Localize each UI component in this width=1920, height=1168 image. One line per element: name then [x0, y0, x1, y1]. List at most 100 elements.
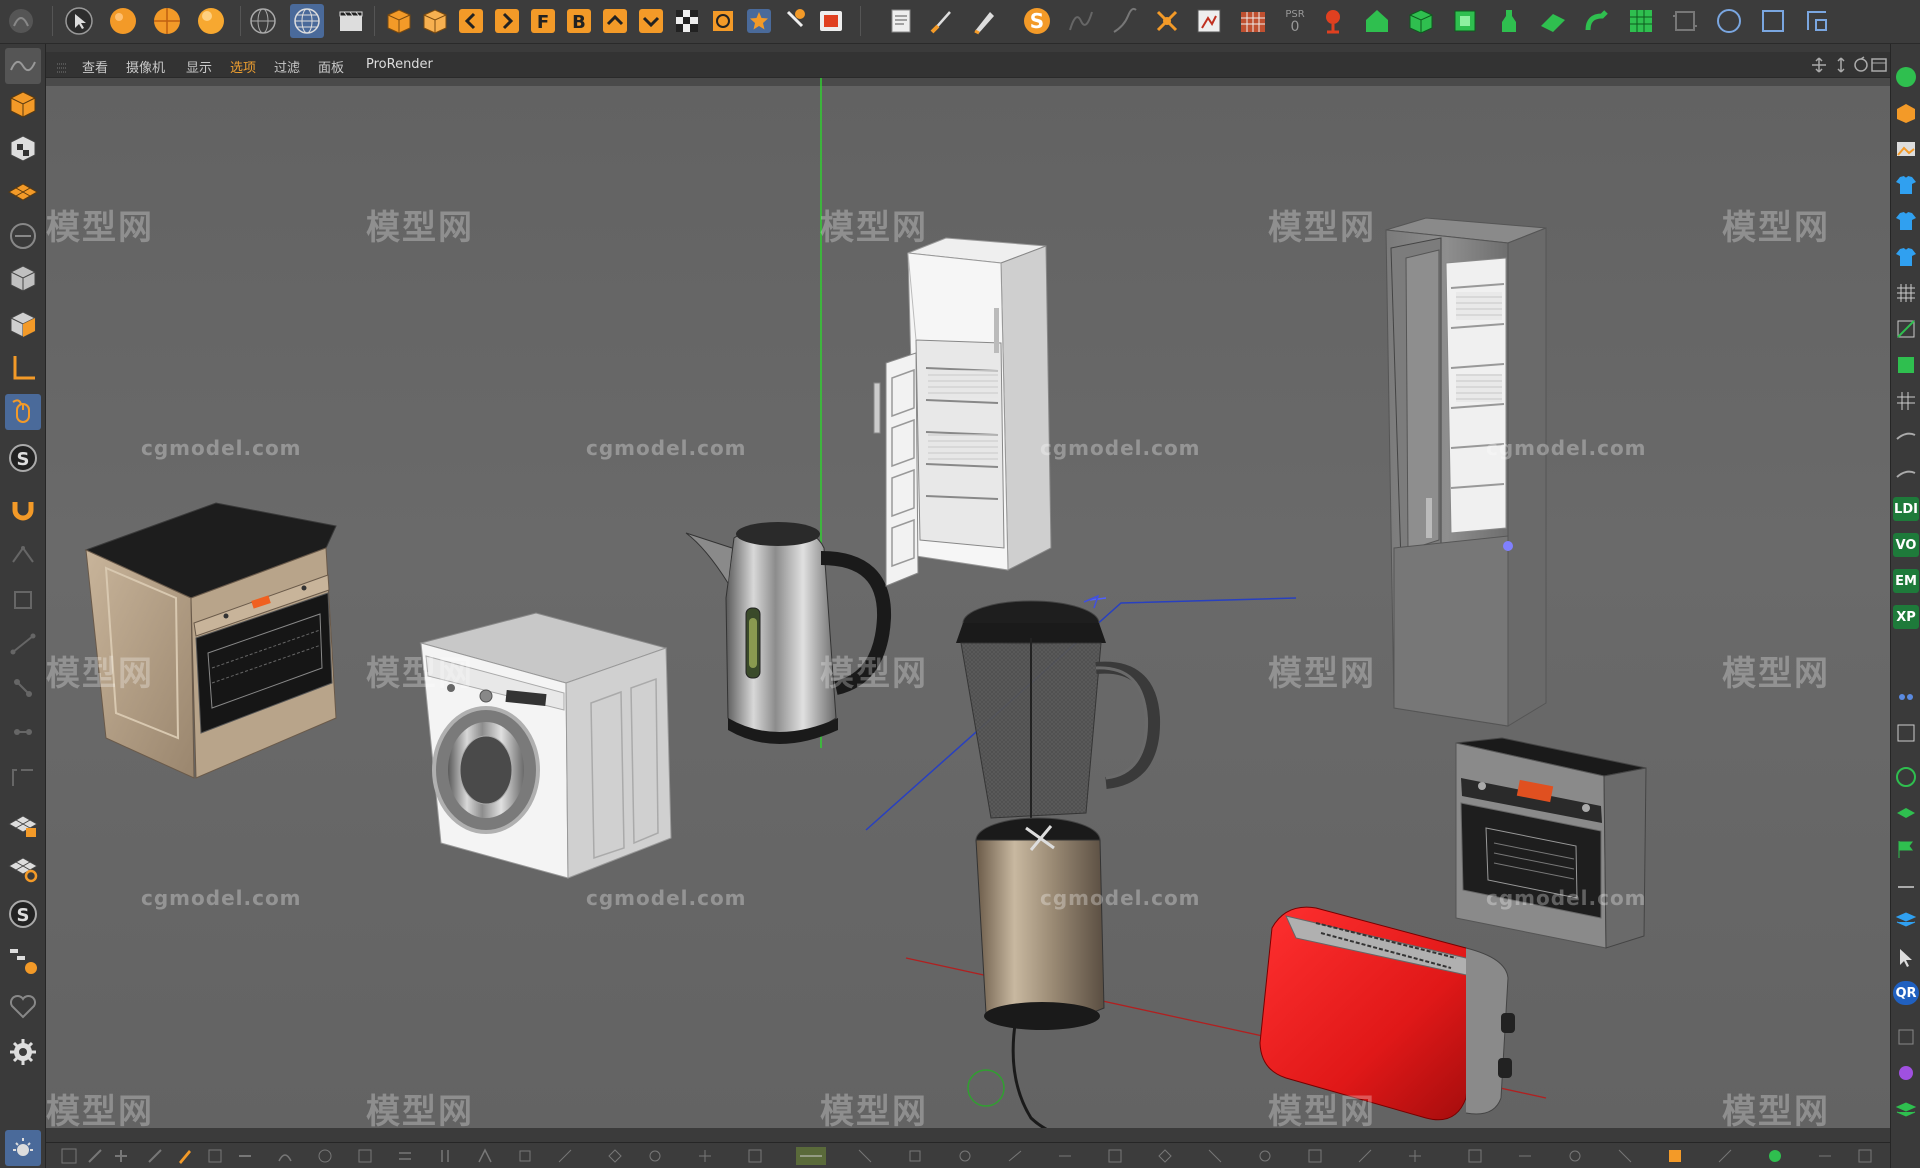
tool-icon[interactable] — [906, 1147, 924, 1165]
grid-lock-icon[interactable] — [5, 806, 41, 842]
s-logo-icon[interactable]: S — [1020, 4, 1054, 38]
cube-green-icon[interactable] — [1404, 4, 1438, 38]
s-circle-icon[interactable]: S — [5, 440, 41, 476]
toggle-view-icon[interactable] — [1870, 56, 1888, 74]
grid-sphere-icon[interactable] — [246, 4, 280, 38]
layers-alt-icon[interactable] — [1893, 1096, 1919, 1122]
menu-options[interactable]: 选项 — [230, 57, 256, 76]
bottle-icon[interactable] — [1492, 4, 1526, 38]
frame-icon[interactable] — [1668, 4, 1702, 38]
tool-icon[interactable] — [1306, 1147, 1324, 1165]
tool-icon[interactable] — [1466, 1147, 1484, 1165]
tool-icon[interactable] — [476, 1147, 494, 1165]
sphere-solid-icon[interactable] — [194, 4, 228, 38]
perspective-viewport[interactable]: Y Z X 模型网 模型网 模型网 模型网 模型网 模型网 模型网 模型网 模型… — [46, 78, 1890, 1128]
layers-green-icon[interactable] — [1893, 800, 1919, 826]
pen-icon[interactable] — [968, 4, 1002, 38]
mesh-arrow-icon[interactable] — [1893, 316, 1919, 342]
pin-icon[interactable] — [778, 4, 812, 38]
grid-q-icon[interactable] — [5, 850, 41, 886]
cube-front-icon[interactable] — [382, 4, 416, 38]
menu-filter[interactable]: 过滤 — [274, 57, 300, 76]
render-region-icon[interactable] — [1192, 4, 1226, 38]
menu-display[interactable]: 显示 — [186, 57, 212, 76]
house-icon[interactable] — [1360, 4, 1394, 38]
fridge-left-object[interactable] — [873, 237, 1052, 587]
qr-button[interactable]: QR — [1893, 980, 1919, 1006]
menu-panel[interactable]: 面板 — [318, 57, 344, 76]
tool-orange-icon[interactable] — [1666, 1147, 1684, 1165]
zoom-view-icon[interactable] — [1832, 56, 1850, 74]
pipe-icon[interactable] — [1580, 4, 1614, 38]
gear-icon[interactable] — [5, 1034, 41, 1070]
tool-icon[interactable] — [436, 1147, 454, 1165]
tool-icon[interactable] — [1356, 1147, 1374, 1165]
square-icon[interactable] — [1756, 4, 1790, 38]
tool-icon[interactable] — [276, 1147, 294, 1165]
tool-icon[interactable] — [206, 1147, 224, 1165]
move-view-icon[interactable] — [1810, 56, 1828, 74]
bar-icon[interactable] — [1893, 872, 1919, 898]
checker-cube-icon[interactable] — [5, 130, 41, 166]
tool-icon[interactable] — [606, 1147, 624, 1165]
tool-icon[interactable] — [1516, 1147, 1534, 1165]
arrow-cursor-icon[interactable] — [1893, 944, 1919, 970]
mesh-green-icon[interactable] — [1893, 352, 1919, 378]
tool-icon[interactable] — [356, 1147, 374, 1165]
document-icon[interactable] — [884, 4, 918, 38]
tool-icon[interactable] — [1816, 1147, 1834, 1165]
tool-icon[interactable] — [696, 1147, 714, 1165]
camera-cube-icon[interactable] — [5, 218, 41, 254]
active-tool-icon[interactable] — [796, 1147, 826, 1165]
blender-object[interactable] — [956, 600, 1161, 1128]
tool-icon[interactable] — [1856, 1147, 1874, 1165]
scene-canvas[interactable]: Y Z X — [46, 78, 1890, 1128]
circle-icon[interactable] — [1712, 4, 1746, 38]
shirt-icon[interactable] — [1893, 172, 1919, 198]
checker-icon[interactable] — [670, 4, 704, 38]
logo-wave-icon[interactable] — [5, 48, 41, 84]
record-icon[interactable] — [814, 4, 848, 38]
oven-stove-object[interactable] — [84, 502, 337, 779]
tool-icon[interactable] — [1106, 1147, 1124, 1165]
frame-f-icon[interactable]: F — [526, 4, 560, 38]
frame-blue-icon[interactable] — [1893, 720, 1919, 746]
vo-button[interactable]: VO — [1893, 532, 1919, 558]
tool-icon[interactable] — [746, 1147, 764, 1165]
tool-icon[interactable] — [1206, 1147, 1224, 1165]
grip-icon[interactable] — [56, 59, 68, 73]
clapper-icon[interactable] — [334, 4, 368, 38]
brush-icon[interactable] — [926, 4, 960, 38]
s-badge-icon[interactable]: S — [5, 896, 41, 932]
arrow-left-icon[interactable] — [454, 4, 488, 38]
object-icon[interactable] — [5, 260, 41, 296]
tool-icon[interactable] — [516, 1147, 534, 1165]
stack-blue-icon[interactable] — [1893, 908, 1919, 934]
world-icon[interactable] — [290, 4, 324, 38]
line-alt-icon[interactable] — [1893, 460, 1919, 486]
tool-icon[interactable] — [556, 1147, 574, 1165]
spline-icon[interactable] — [1064, 4, 1098, 38]
tool-icon[interactable] — [1256, 1147, 1274, 1165]
rotate-view-icon[interactable] — [1852, 56, 1870, 74]
shirt-alt-icon[interactable] — [1893, 208, 1919, 234]
polygon-icon[interactable] — [5, 582, 41, 618]
arrow-right-icon[interactable] — [490, 4, 524, 38]
sphere-orange-icon[interactable] — [106, 4, 140, 38]
hierarchy-icon[interactable] — [5, 942, 41, 978]
workplane-icon[interactable] — [5, 758, 41, 794]
em-button[interactable]: EM — [1893, 568, 1919, 594]
tool-icon[interactable] — [86, 1147, 104, 1165]
purple-icon[interactable] — [1893, 1060, 1919, 1086]
tool-icon[interactable] — [1056, 1147, 1074, 1165]
magnet-icon[interactable] — [5, 492, 41, 528]
tool-icon[interactable] — [316, 1147, 334, 1165]
cube-solid-icon[interactable] — [5, 306, 41, 342]
dots-icon[interactable] — [1893, 684, 1919, 710]
curve-icon[interactable] — [1108, 4, 1142, 38]
grid-green-icon[interactable] — [1624, 4, 1658, 38]
tool-icon[interactable] — [60, 1147, 78, 1165]
arrow-up-icon[interactable] — [598, 4, 632, 38]
grid-white-icon[interactable] — [1893, 388, 1919, 414]
pen-orange-icon[interactable] — [176, 1147, 194, 1165]
